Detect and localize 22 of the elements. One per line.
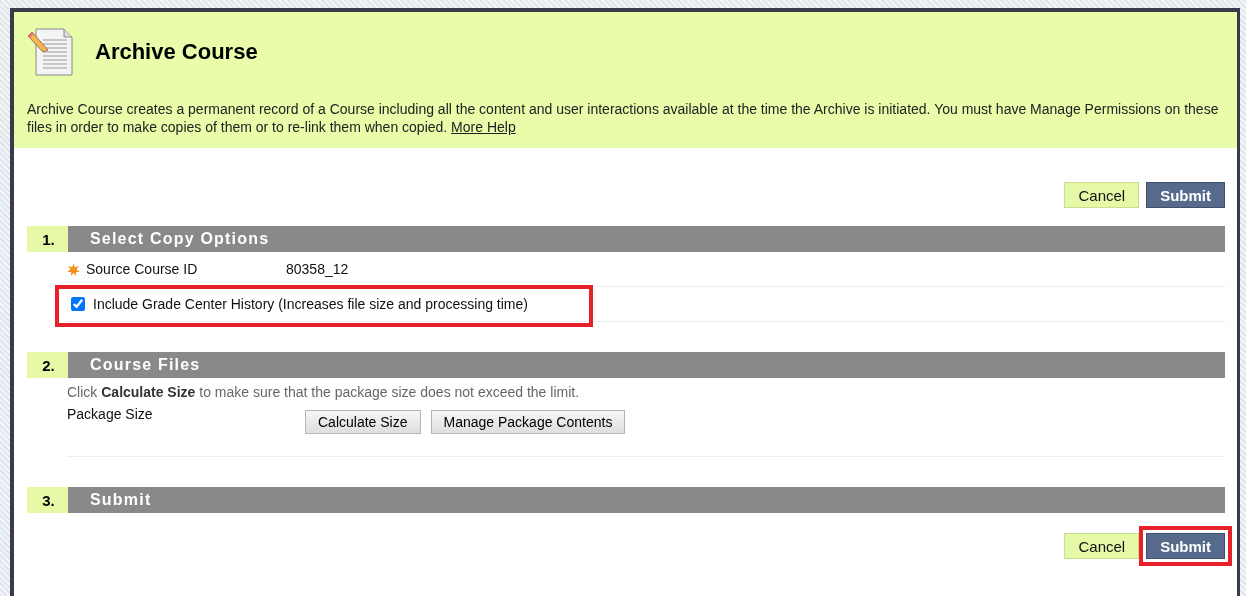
document-pencil-icon [27,28,75,76]
cancel-button[interactable]: Cancel [1064,182,1140,208]
section-title: Submit [68,487,1225,513]
more-help-link[interactable]: More Help [451,119,516,135]
page-title: Archive Course [95,39,258,65]
field-value: 80358_12 [286,261,349,277]
submit-button[interactable]: Submit [1146,533,1225,559]
checkbox-label: Include Grade Center History (Increases file size and processing time) [93,296,528,312]
checkbox[interactable] [71,297,85,311]
section-number: 1. [27,226,68,252]
section-number: 3. [27,487,68,513]
section-number: 2. [27,352,68,378]
field-label: Package Size [67,406,154,422]
section-title: Select Copy Options [68,226,1225,252]
submit-button[interactable]: Submit [1146,182,1225,208]
cancel-button[interactable]: Cancel [1064,533,1140,559]
description-text: Archive Course creates a permanent record of a Course including all the content and user interactions available at the time the Archive is initiated. You must have Manage Permissions on these files in order to make copies of them or to re-link them when copied. More Help [27,100,1220,136]
help-text: Click Calculate Size to make sure that the package size does not exceed the limit. [67,384,580,400]
action-button[interactable]: Manage Package Contents [430,410,626,434]
section-title: Course Files [68,352,1225,378]
field-label: Source Course ID [86,261,199,277]
action-button[interactable]: Calculate Size [305,410,421,434]
